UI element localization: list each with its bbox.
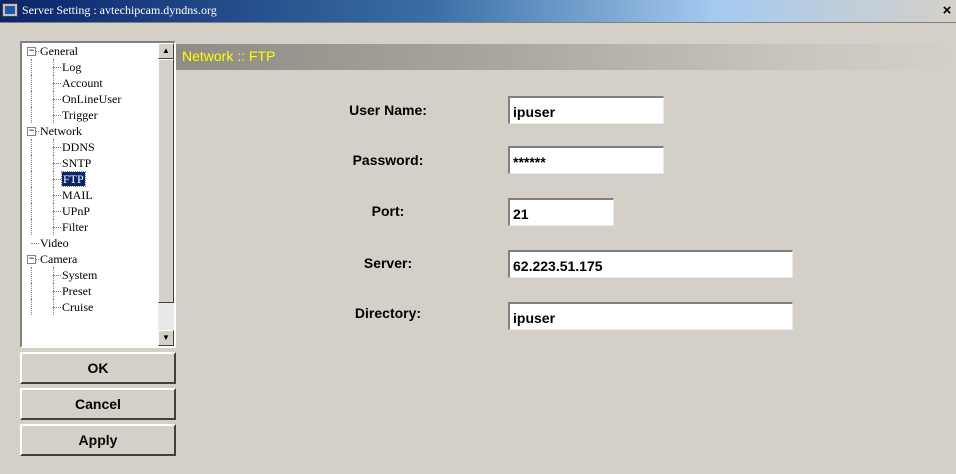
tree-line <box>31 139 32 155</box>
tree-item[interactable]: Log <box>22 59 158 75</box>
tree-connector <box>53 99 61 100</box>
tree-scrollbar[interactable]: ▲ ▼ <box>158 43 174 346</box>
tree-connector <box>53 227 61 228</box>
title-bar: Server Setting : avtechipcam.dyndns.org … <box>0 0 956 23</box>
section-title: Network :: FTP <box>182 48 276 64</box>
tree-connector <box>53 179 61 180</box>
tree-line <box>31 267 32 283</box>
password-field[interactable]: ****** <box>508 146 664 174</box>
scroll-down-icon[interactable]: ▼ <box>158 330 174 346</box>
app-icon <box>2 3 18 17</box>
tree-list: − General Log Account OnLineUser Trigger − Netw… <box>22 43 158 315</box>
tree-connector <box>53 83 61 84</box>
tree-item-label: DDNS <box>62 140 95 154</box>
collapse-icon[interactable]: − <box>27 47 36 56</box>
server-field[interactable]: 62.223.51.175 <box>508 250 793 278</box>
tree-connector <box>53 211 61 212</box>
tree-line <box>31 299 32 315</box>
tree-connector <box>53 115 61 116</box>
tree-line <box>31 187 32 203</box>
tree-item-label: Account <box>62 76 103 90</box>
tree-connector <box>53 195 61 196</box>
tree-connector <box>53 275 61 276</box>
tree-item-label: General <box>40 44 78 58</box>
tree-item-label: Filter <box>62 220 88 234</box>
tree-item-label: SNTP <box>62 156 92 170</box>
tree-item-label: Network <box>40 124 82 138</box>
tree-connector <box>53 163 61 164</box>
tree-item-label: UPnP <box>62 204 91 218</box>
tree-item[interactable]: Cruise <box>22 299 158 315</box>
tree-item[interactable]: − Camera <box>22 251 158 267</box>
tree-item[interactable]: FTP <box>22 171 158 187</box>
collapse-icon[interactable]: − <box>27 127 36 136</box>
collapse-icon[interactable]: − <box>27 255 36 264</box>
tree-connector <box>53 67 61 68</box>
tree-line <box>31 203 32 219</box>
tree-item[interactable]: Trigger <box>22 107 158 123</box>
tree-item[interactable]: OnLineUser <box>22 91 158 107</box>
cancel-button[interactable]: Cancel <box>20 388 176 420</box>
scroll-up-icon[interactable]: ▲ <box>158 43 174 59</box>
tree-item-label: OnLineUser <box>62 92 122 106</box>
tree-item[interactable]: System <box>22 267 158 283</box>
section-header: Network :: FTP <box>176 44 956 70</box>
directory-field[interactable]: ipuser <box>508 302 793 330</box>
tree-item-label: Camera <box>40 252 78 266</box>
tree-item[interactable]: Account <box>22 75 158 91</box>
tree-item-label: Trigger <box>62 108 98 122</box>
tree-item-label: FTP <box>61 171 86 187</box>
tree-connector <box>53 147 61 148</box>
password-label: Password: <box>352 152 424 168</box>
directory-label: Directory: <box>354 305 422 321</box>
tree-item-label: Cruise <box>62 300 94 314</box>
tree-item[interactable]: − Network <box>22 123 158 139</box>
tree-item-label: Log <box>62 60 82 74</box>
tree-item[interactable]: MAIL <box>22 187 158 203</box>
tree-item[interactable]: Video <box>22 235 158 251</box>
window-title: Server Setting : avtechipcam.dyndns.org <box>22 3 217 17</box>
tree-item[interactable]: Preset <box>22 283 158 299</box>
tree-line <box>31 107 32 123</box>
port-field[interactable]: 21 <box>508 198 614 226</box>
tree-line <box>31 75 32 91</box>
close-icon[interactable]: × <box>938 2 956 20</box>
scroll-thumb[interactable] <box>158 59 174 303</box>
tree-connector <box>31 243 39 244</box>
tree-item[interactable]: DDNS <box>22 139 158 155</box>
tree-item[interactable]: SNTP <box>22 155 158 171</box>
user-name-field[interactable]: ipuser <box>508 96 664 124</box>
tree-item-label: System <box>62 268 98 282</box>
tree-item[interactable]: − General <box>22 43 158 59</box>
tree-connector <box>53 307 61 308</box>
tree-line <box>31 59 32 75</box>
tree-item-label: Preset <box>62 284 92 298</box>
tree-line <box>31 171 32 187</box>
tree-line <box>31 219 32 235</box>
tree-line <box>31 283 32 299</box>
tree-connector <box>53 291 61 292</box>
ok-button[interactable]: OK <box>20 352 176 384</box>
apply-button[interactable]: Apply <box>20 424 176 456</box>
tree-line <box>31 155 32 171</box>
tree-item[interactable]: Filter <box>22 219 158 235</box>
settings-tree[interactable]: − General Log Account OnLineUser Trigger − Netw… <box>20 41 176 348</box>
tree-item-label: MAIL <box>62 188 93 202</box>
server-label: Server: <box>363 255 413 271</box>
user-name-label: User Name: <box>349 102 427 118</box>
tree-item-label: Video <box>40 236 69 250</box>
tree-line <box>31 91 32 107</box>
tree-item[interactable]: UPnP <box>22 203 158 219</box>
port-label: Port: <box>371 203 405 219</box>
